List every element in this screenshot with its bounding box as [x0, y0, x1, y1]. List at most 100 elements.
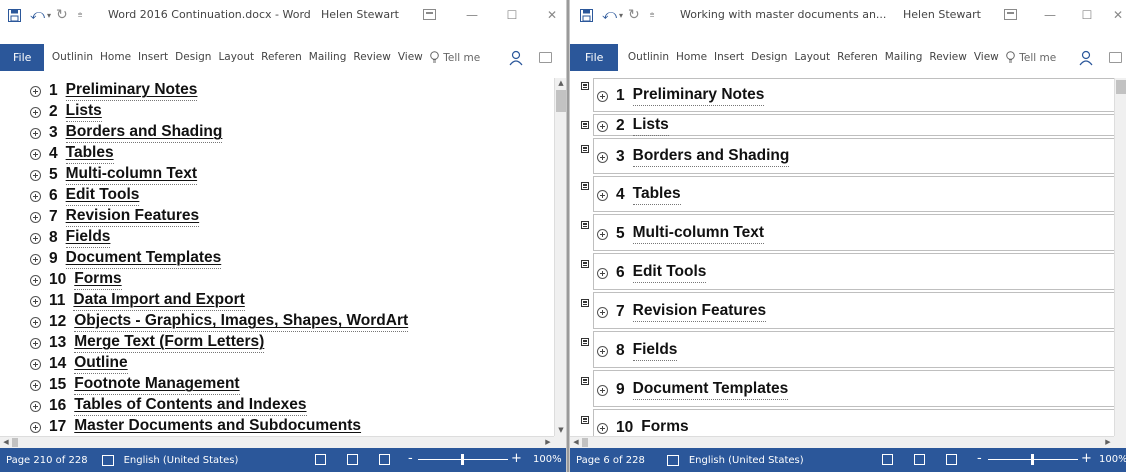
- vertical-scrollbar[interactable]: ▲ ▼: [554, 78, 566, 436]
- subdocument-icon[interactable]: [581, 260, 589, 268]
- outline-heading[interactable]: 10 Forms: [597, 418, 689, 436]
- expand-plus-icon[interactable]: [597, 151, 608, 163]
- subdocument-icon[interactable]: [581, 299, 589, 307]
- expand-plus-icon[interactable]: [597, 267, 608, 279]
- page-count[interactable]: Page 210 of 228: [6, 455, 88, 466]
- outline-heading[interactable]: 5 Multi-column Text: [30, 165, 198, 185]
- subdocument-icon[interactable]: [581, 82, 589, 90]
- zoom-level[interactable]: 100%: [1099, 454, 1126, 465]
- outline-heading[interactable]: 3 Borders and Shading: [30, 123, 223, 143]
- outline-heading[interactable]: 7 Revision Features: [30, 207, 200, 227]
- outline-heading[interactable]: 6 Edit Tools: [597, 263, 707, 283]
- print-layout-icon[interactable]: [347, 454, 358, 465]
- read-mode-icon[interactable]: [315, 454, 326, 465]
- proofing-icon[interactable]: [666, 454, 679, 466]
- expand-plus-icon[interactable]: [597, 189, 608, 201]
- zoom-slider-thumb[interactable]: [461, 454, 464, 465]
- hscroll-thumb[interactable]: [582, 438, 588, 447]
- outline-heading[interactable]: 2 Lists: [597, 116, 669, 136]
- outline-heading[interactable]: 4 Tables: [30, 144, 114, 164]
- expand-plus-icon[interactable]: [30, 190, 41, 202]
- tab-insert[interactable]: Insert: [135, 44, 172, 71]
- share-icon[interactable]: [508, 50, 524, 66]
- print-layout-icon[interactable]: [914, 454, 925, 465]
- subdocument-box[interactable]: [593, 114, 1114, 136]
- document-outline-area[interactable]: 1 Preliminary Notes 2 Lists 3 Borders and Sha…: [570, 78, 1114, 436]
- save-icon[interactable]: [580, 8, 593, 22]
- expand-plus-icon[interactable]: [30, 253, 41, 265]
- tab-design[interactable]: Design: [748, 44, 791, 71]
- scroll-up-icon[interactable]: ▲: [556, 78, 566, 89]
- tab-design[interactable]: Design: [172, 44, 215, 71]
- outline-heading[interactable]: 15 Footnote Management: [30, 375, 240, 395]
- tab-references[interactable]: Referen: [258, 44, 306, 71]
- expand-plus-icon[interactable]: [30, 400, 41, 412]
- proofing-icon[interactable]: [101, 454, 114, 466]
- tab-layout[interactable]: Layout: [791, 44, 834, 71]
- outline-heading[interactable]: 14 Outline: [30, 354, 128, 374]
- read-mode-icon[interactable]: [882, 454, 893, 465]
- ribbon-display-options-icon[interactable]: [423, 9, 436, 20]
- tab-review[interactable]: Review: [926, 44, 970, 71]
- expand-plus-icon[interactable]: [30, 232, 41, 244]
- tab-review[interactable]: Review: [350, 44, 394, 71]
- outline-heading[interactable]: 1 Preliminary Notes: [30, 81, 198, 101]
- expand-plus-icon[interactable]: [597, 306, 608, 318]
- subdocument-icon[interactable]: [581, 416, 589, 424]
- vertical-scrollbar[interactable]: [1114, 78, 1126, 436]
- scroll-thumb[interactable]: [1116, 80, 1126, 94]
- subdocument-icon[interactable]: [581, 221, 589, 229]
- customize-toolbar-icon[interactable]: ⩧: [650, 10, 655, 20]
- horizontal-scrollbar[interactable]: ◀ ▶: [570, 436, 1114, 448]
- tab-layout[interactable]: Layout: [215, 44, 258, 71]
- save-icon[interactable]: [8, 8, 21, 22]
- redo-icon[interactable]: ↻: [56, 7, 68, 23]
- expand-plus-icon[interactable]: [30, 316, 41, 328]
- outline-heading[interactable]: 10 Forms: [30, 270, 122, 290]
- outline-heading[interactable]: 6 Edit Tools: [30, 186, 140, 206]
- outline-heading[interactable]: 8 Fields: [597, 341, 678, 361]
- tell-me-box[interactable]: Tell me: [426, 51, 480, 64]
- zoom-in-icon[interactable]: +: [1081, 452, 1092, 466]
- scroll-left-icon[interactable]: ◀: [0, 437, 12, 448]
- maximize-icon[interactable]: ☐: [1075, 4, 1099, 26]
- redo-icon[interactable]: ↻: [628, 7, 640, 23]
- tell-me-box[interactable]: Tell me: [1002, 51, 1056, 64]
- expand-plus-icon[interactable]: [597, 90, 608, 102]
- expand-plus-icon[interactable]: [30, 379, 41, 391]
- close-icon[interactable]: ✕: [1106, 4, 1126, 26]
- tab-file[interactable]: File: [570, 44, 619, 71]
- language[interactable]: English (United States): [124, 455, 239, 466]
- web-layout-icon[interactable]: [379, 454, 390, 465]
- zoom-out-icon[interactable]: -: [977, 452, 982, 466]
- tab-view[interactable]: View: [970, 44, 1002, 71]
- subdocument-icon[interactable]: [581, 121, 589, 129]
- scroll-thumb[interactable]: [556, 90, 566, 112]
- document-outline-area[interactable]: 1 Preliminary Notes 2 Lists 3 Borders and Sha…: [0, 78, 554, 436]
- subdocument-icon[interactable]: [581, 377, 589, 385]
- subdocument-icon[interactable]: [581, 338, 589, 346]
- outline-heading[interactable]: 4 Tables: [597, 185, 681, 205]
- expand-plus-icon[interactable]: [597, 120, 608, 132]
- expand-plus-icon[interactable]: [597, 384, 608, 396]
- scroll-right-icon[interactable]: ▶: [1102, 437, 1114, 448]
- zoom-level[interactable]: 100%: [533, 454, 562, 465]
- expand-plus-icon[interactable]: [30, 295, 41, 307]
- tab-file[interactable]: File: [0, 44, 45, 71]
- user-name[interactable]: Helen Stewart: [321, 8, 399, 21]
- horizontal-scrollbar[interactable]: ◀ ▶: [0, 436, 554, 448]
- scroll-right-icon[interactable]: ▶: [542, 437, 554, 448]
- tab-outlining[interactable]: Outlinin: [624, 44, 672, 71]
- expand-plus-icon[interactable]: [597, 345, 608, 357]
- subdocument-icon[interactable]: [581, 145, 589, 153]
- expand-plus-icon[interactable]: [30, 274, 41, 286]
- hscroll-thumb[interactable]: [12, 438, 18, 447]
- undo-icon[interactable]: ⤺: [30, 7, 45, 23]
- minimize-icon[interactable]: —: [460, 4, 484, 26]
- scroll-left-icon[interactable]: ◀: [570, 437, 582, 448]
- zoom-out-icon[interactable]: -: [408, 452, 413, 466]
- tab-mailings[interactable]: Mailing: [881, 44, 926, 71]
- tab-outlining[interactable]: Outlinin: [48, 44, 96, 71]
- close-icon[interactable]: ✕: [540, 4, 564, 26]
- outline-heading[interactable]: 9 Document Templates: [597, 380, 789, 400]
